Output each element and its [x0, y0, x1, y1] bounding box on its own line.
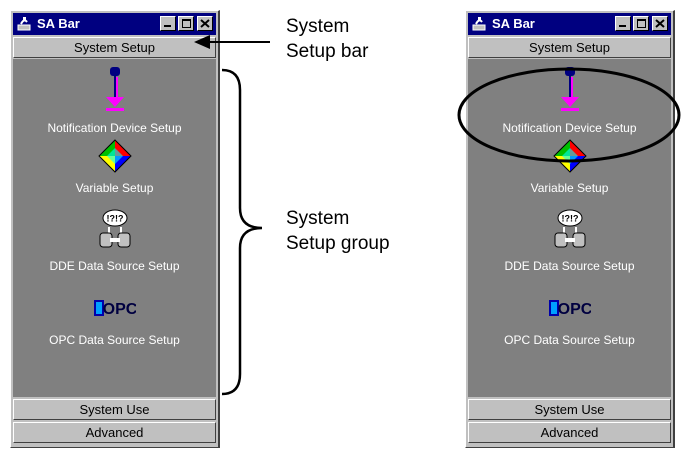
callout-line: Setup group	[286, 233, 390, 254]
system-setup-group: Notification Device Setup Variable Setup…	[468, 59, 671, 397]
variable-diamond-icon	[97, 139, 132, 173]
title-bar[interactable]: SA Bar	[468, 13, 671, 35]
item-label: DDE Data Source Setup	[49, 259, 180, 273]
system-setup-bar-callout: System Setup bar	[286, 14, 368, 64]
item-label: OPC Data Source Setup	[49, 333, 180, 347]
dde-data-source-setup-item[interactable]: !?!? DDE Data Source Setup	[13, 209, 216, 279]
close-icon	[200, 19, 210, 28]
opc-data-source-setup-item[interactable]: OPC OPC Data Source Setup	[468, 299, 671, 369]
notification-device-setup-item[interactable]: Notification Device Setup	[13, 67, 216, 137]
callout-line: System	[286, 16, 350, 37]
dde-source-icon: !?!?	[99, 209, 130, 248]
minimize-button[interactable]	[160, 16, 176, 31]
title-bar[interactable]: SA Bar	[13, 13, 216, 35]
item-label: Variable Setup	[75, 181, 154, 195]
opc-logo-text: OPC	[102, 301, 135, 317]
item-label: Notification Device Setup	[502, 121, 637, 135]
system-use-bar[interactable]: System Use	[468, 399, 671, 420]
dde-bubble-text: !?!?	[106, 214, 123, 224]
advanced-bar[interactable]: Advanced	[13, 422, 216, 443]
callout-line: System	[286, 208, 350, 229]
advanced-bar[interactable]: Advanced	[468, 422, 671, 443]
close-button[interactable]	[197, 16, 213, 31]
item-label: OPC Data Source Setup	[504, 333, 635, 347]
variable-setup-item[interactable]: Variable Setup	[468, 139, 671, 209]
minimize-button[interactable]	[615, 16, 631, 31]
window-title: SA Bar	[492, 16, 535, 31]
close-button[interactable]	[652, 16, 668, 31]
opc-logo-icon: OPC	[93, 300, 136, 317]
variable-setup-item[interactable]: Variable Setup	[13, 139, 216, 209]
opc-data-source-setup-item[interactable]: OPC OPC Data Source Setup	[13, 299, 216, 369]
opc-logo-icon: OPC	[548, 300, 591, 317]
maximize-button[interactable]	[633, 16, 649, 31]
opc-logo-text: OPC	[557, 301, 590, 317]
system-setup-bar[interactable]: System Setup	[13, 37, 216, 58]
dde-bubble-text: !?!?	[561, 214, 578, 224]
window-title: SA Bar	[37, 16, 80, 31]
item-label: Notification Device Setup	[47, 121, 182, 135]
sa-bar-window-left: SA Bar System Setup Notification Device …	[10, 10, 220, 448]
dde-data-source-setup-item[interactable]: !?!? DDE Data Source Setup	[468, 209, 671, 279]
curly-brace	[221, 68, 263, 396]
item-label: DDE Data Source Setup	[504, 259, 635, 273]
maximize-button[interactable]	[178, 16, 194, 31]
dde-source-icon: !?!?	[554, 209, 585, 248]
app-icon	[472, 17, 486, 31]
callout-line: Setup bar	[286, 41, 369, 62]
notification-device-icon	[105, 67, 124, 111]
sa-bar-window-right: SA Bar System Setup Notification Device …	[465, 10, 675, 448]
system-setup-bar[interactable]: System Setup	[468, 37, 671, 58]
system-setup-group: Notification Device Setup Variable Setup…	[13, 59, 216, 397]
variable-diamond-icon	[552, 139, 587, 173]
system-use-bar[interactable]: System Use	[13, 399, 216, 420]
notification-device-setup-item[interactable]: Notification Device Setup	[468, 67, 671, 137]
notification-device-icon	[560, 67, 579, 111]
item-label: Variable Setup	[530, 181, 609, 195]
system-setup-group-callout: System Setup group	[286, 206, 390, 256]
close-icon	[655, 19, 665, 28]
app-icon	[17, 17, 31, 31]
